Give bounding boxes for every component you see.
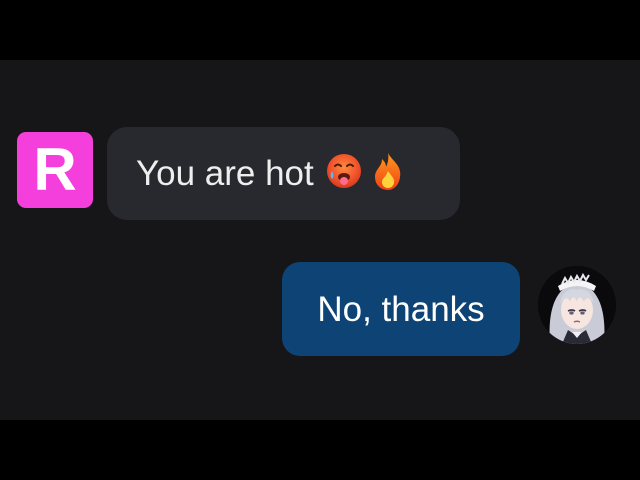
incoming-message-text: You are hot xyxy=(136,154,314,193)
anime-character-avatar[interactable] xyxy=(538,266,616,344)
sender-avatar-letter: R xyxy=(33,136,77,203)
outgoing-message-text: No, thanks xyxy=(317,289,485,329)
incoming-message-bubble[interactable]: You are hot xyxy=(107,127,460,220)
hot-face-emoji xyxy=(324,151,364,196)
letterbox-bottom xyxy=(0,420,640,480)
letterbox-top xyxy=(0,0,640,60)
chat-thread: R You are hot No, thanks xyxy=(0,60,640,420)
outgoing-message-bubble[interactable]: No, thanks xyxy=(282,262,520,356)
fire-emoji xyxy=(370,151,406,196)
sender-avatar[interactable]: R xyxy=(17,132,93,208)
